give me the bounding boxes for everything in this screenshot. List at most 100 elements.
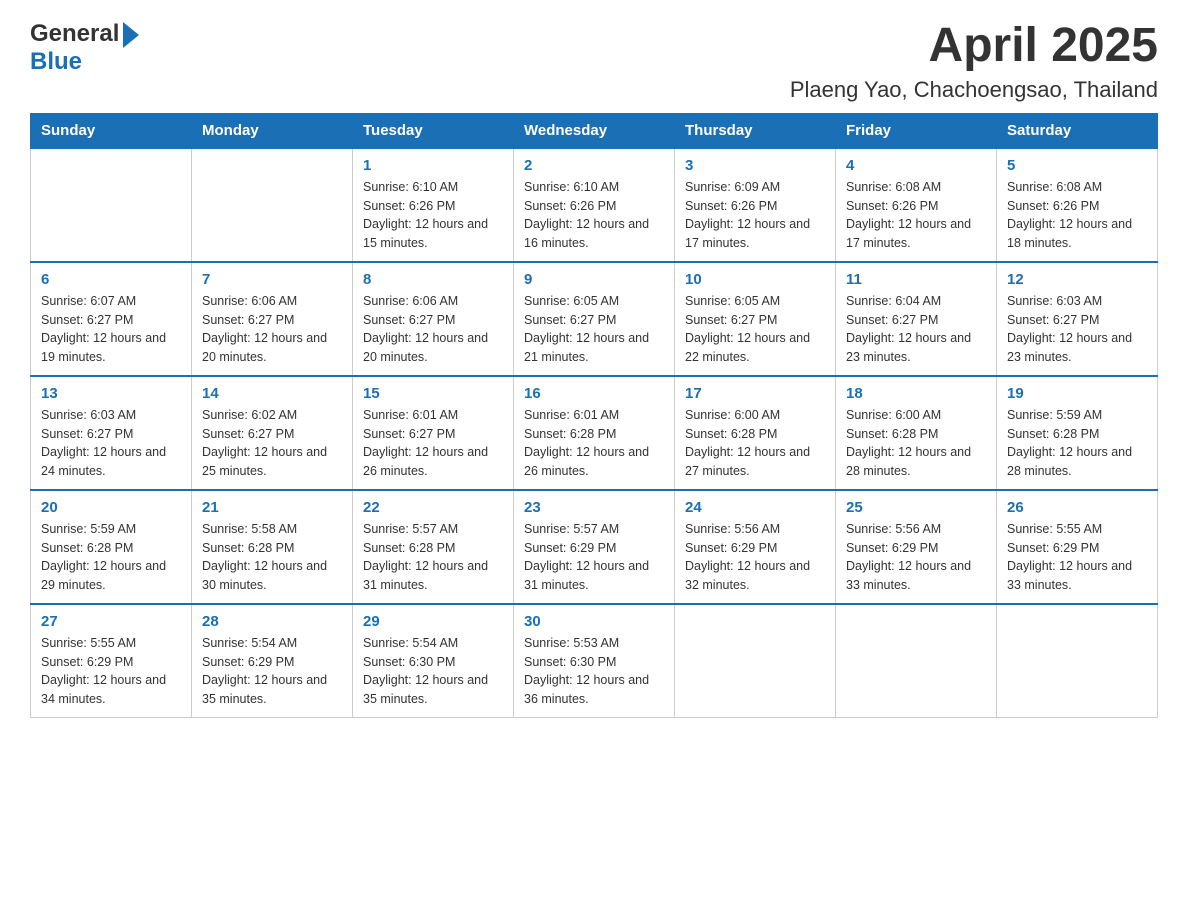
day-number: 5 <box>1007 157 1147 174</box>
col-tuesday: Tuesday <box>353 113 514 148</box>
day-info: Sunrise: 5:53 AMSunset: 6:30 PMDaylight:… <box>524 634 664 709</box>
day-info: Sunrise: 6:04 AMSunset: 6:27 PMDaylight:… <box>846 292 986 367</box>
day-info: Sunrise: 6:01 AMSunset: 6:27 PMDaylight:… <box>363 406 503 481</box>
table-row: 8 Sunrise: 6:06 AMSunset: 6:27 PMDaylight… <box>353 262 514 376</box>
day-info: Sunrise: 6:00 AMSunset: 6:28 PMDaylight:… <box>685 406 825 481</box>
day-number: 20 <box>41 499 181 516</box>
day-info: Sunrise: 6:06 AMSunset: 6:27 PMDaylight:… <box>202 292 342 367</box>
calendar-week-row: 6 Sunrise: 6:07 AMSunset: 6:27 PMDaylight… <box>31 262 1158 376</box>
calendar-week-row: 1 Sunrise: 6:10 AMSunset: 6:26 PMDaylight… <box>31 148 1158 262</box>
day-number: 1 <box>363 157 503 174</box>
day-info: Sunrise: 6:00 AMSunset: 6:28 PMDaylight:… <box>846 406 986 481</box>
table-row <box>675 604 836 718</box>
day-info: Sunrise: 6:08 AMSunset: 6:26 PMDaylight:… <box>846 178 986 253</box>
day-info: Sunrise: 5:55 AMSunset: 6:29 PMDaylight:… <box>41 634 181 709</box>
table-row: 28 Sunrise: 5:54 AMSunset: 6:29 PMDayligh… <box>192 604 353 718</box>
day-info: Sunrise: 5:57 AMSunset: 6:28 PMDaylight:… <box>363 520 503 595</box>
table-row: 7Sunrise: 6:06 AMSunset: 6:27 PMDaylight… <box>192 262 353 376</box>
day-info: Sunrise: 6:07 AMSunset: 6:27 PMDaylight:… <box>41 292 181 367</box>
table-row: 16 Sunrise: 6:01 AMSunset: 6:28 PMDayligh… <box>514 376 675 490</box>
page-header: General Blue April 2025 Plaeng Yao, Chac… <box>30 20 1158 103</box>
day-number: 10 <box>685 271 825 288</box>
table-row: 14 Sunrise: 6:02 AMSunset: 6:27 PMDayligh… <box>192 376 353 490</box>
day-number: 2 <box>524 157 664 174</box>
day-info: Sunrise: 5:56 AMSunset: 6:29 PMDaylight:… <box>685 520 825 595</box>
day-number: 22 <box>363 499 503 516</box>
table-row: 30 Sunrise: 5:53 AMSunset: 6:30 PMDayligh… <box>514 604 675 718</box>
calendar-header-row: Sunday Monday Tuesday Wednesday Thursday… <box>31 113 1158 148</box>
day-info: Sunrise: 6:03 AMSunset: 6:27 PMDaylight:… <box>41 406 181 481</box>
day-number: 8 <box>363 271 503 288</box>
table-row: 19 Sunrise: 5:59 AMSunset: 6:28 PMDayligh… <box>997 376 1158 490</box>
calendar-week-row: 13 Sunrise: 6:03 AMSunset: 6:27 PMDayligh… <box>31 376 1158 490</box>
day-info: Sunrise: 5:55 AMSunset: 6:29 PMDaylight:… <box>1007 520 1147 595</box>
page-subtitle: Plaeng Yao, Chachoengsao, Thailand <box>790 77 1158 103</box>
col-wednesday: Wednesday <box>514 113 675 148</box>
table-row: 4 Sunrise: 6:08 AMSunset: 6:26 PMDaylight… <box>836 148 997 262</box>
calendar-week-row: 20 Sunrise: 5:59 AMSunset: 6:28 PMDayligh… <box>31 490 1158 604</box>
table-row: 13 Sunrise: 6:03 AMSunset: 6:27 PMDayligh… <box>31 376 192 490</box>
table-row: 29 Sunrise: 5:54 AMSunset: 6:30 PMDayligh… <box>353 604 514 718</box>
day-info: Sunrise: 6:09 AMSunset: 6:26 PMDaylight:… <box>685 178 825 253</box>
logo: General Blue <box>30 20 139 76</box>
day-info: Sunrise: 6:10 AMSunset: 6:26 PMDaylight:… <box>524 178 664 253</box>
day-info: Sunrise: 5:59 AMSunset: 6:28 PMDaylight:… <box>41 520 181 595</box>
table-row: 26 Sunrise: 5:55 AMSunset: 6:29 PMDayligh… <box>997 490 1158 604</box>
table-row: 1 Sunrise: 6:10 AMSunset: 6:26 PMDaylight… <box>353 148 514 262</box>
table-row: 6 Sunrise: 6:07 AMSunset: 6:27 PMDaylight… <box>31 262 192 376</box>
day-info: Sunrise: 6:01 AMSunset: 6:28 PMDaylight:… <box>524 406 664 481</box>
day-info: Sunrise: 6:10 AMSunset: 6:26 PMDaylight:… <box>363 178 503 253</box>
day-info: Sunrise: 6:06 AMSunset: 6:27 PMDaylight:… <box>363 292 503 367</box>
table-row: 10 Sunrise: 6:05 AMSunset: 6:27 PMDayligh… <box>675 262 836 376</box>
day-number: 28 <box>202 613 342 630</box>
day-info: Sunrise: 6:08 AMSunset: 6:26 PMDaylight:… <box>1007 178 1147 253</box>
day-number: 24 <box>685 499 825 516</box>
page-title: April 2025 <box>790 20 1158 73</box>
day-info: Sunrise: 6:05 AMSunset: 6:27 PMDaylight:… <box>524 292 664 367</box>
day-number: 30 <box>524 613 664 630</box>
calendar-table: Sunday Monday Tuesday Wednesday Thursday… <box>30 113 1158 718</box>
day-number: 16 <box>524 385 664 402</box>
day-number: 11 <box>846 271 986 288</box>
day-info: Sunrise: 5:58 AMSunset: 6:28 PMDaylight:… <box>202 520 342 595</box>
day-number: 23 <box>524 499 664 516</box>
day-number: 19 <box>1007 385 1147 402</box>
table-row: 17Sunrise: 6:00 AMSunset: 6:28 PMDayligh… <box>675 376 836 490</box>
table-row: 27Sunrise: 5:55 AMSunset: 6:29 PMDayligh… <box>31 604 192 718</box>
logo-text-blue: Blue <box>30 48 82 76</box>
day-number: 25 <box>846 499 986 516</box>
table-row: 20 Sunrise: 5:59 AMSunset: 6:28 PMDayligh… <box>31 490 192 604</box>
table-row: 22 Sunrise: 5:57 AMSunset: 6:28 PMDayligh… <box>353 490 514 604</box>
day-info: Sunrise: 5:59 AMSunset: 6:28 PMDaylight:… <box>1007 406 1147 481</box>
day-number: 26 <box>1007 499 1147 516</box>
day-number: 14 <box>202 385 342 402</box>
col-sunday: Sunday <box>31 113 192 148</box>
day-number: 4 <box>846 157 986 174</box>
table-row: 25Sunrise: 5:56 AMSunset: 6:29 PMDayligh… <box>836 490 997 604</box>
table-row: 11 Sunrise: 6:04 AMSunset: 6:27 PMDayligh… <box>836 262 997 376</box>
day-number: 9 <box>524 271 664 288</box>
day-info: Sunrise: 5:57 AMSunset: 6:29 PMDaylight:… <box>524 520 664 595</box>
day-info: Sunrise: 5:54 AMSunset: 6:29 PMDaylight:… <box>202 634 342 709</box>
day-number: 6 <box>41 271 181 288</box>
col-monday: Monday <box>192 113 353 148</box>
col-thursday: Thursday <box>675 113 836 148</box>
day-info: Sunrise: 6:02 AMSunset: 6:27 PMDaylight:… <box>202 406 342 481</box>
logo-arrow-icon <box>123 22 139 48</box>
table-row: 9 Sunrise: 6:05 AMSunset: 6:27 PMDaylight… <box>514 262 675 376</box>
logo-text-general: General <box>30 20 119 48</box>
day-info: Sunrise: 5:54 AMSunset: 6:30 PMDaylight:… <box>363 634 503 709</box>
day-number: 13 <box>41 385 181 402</box>
table-row <box>997 604 1158 718</box>
day-number: 3 <box>685 157 825 174</box>
day-number: 29 <box>363 613 503 630</box>
day-number: 12 <box>1007 271 1147 288</box>
day-info: Sunrise: 6:05 AMSunset: 6:27 PMDaylight:… <box>685 292 825 367</box>
day-number: 18 <box>846 385 986 402</box>
day-number: 15 <box>363 385 503 402</box>
table-row: 3 Sunrise: 6:09 AMSunset: 6:26 PMDaylight… <box>675 148 836 262</box>
table-row <box>836 604 997 718</box>
table-row: 18 Sunrise: 6:00 AMSunset: 6:28 PMDayligh… <box>836 376 997 490</box>
table-row: 21Sunrise: 5:58 AMSunset: 6:28 PMDayligh… <box>192 490 353 604</box>
table-row: 12Sunrise: 6:03 AMSunset: 6:27 PMDayligh… <box>997 262 1158 376</box>
